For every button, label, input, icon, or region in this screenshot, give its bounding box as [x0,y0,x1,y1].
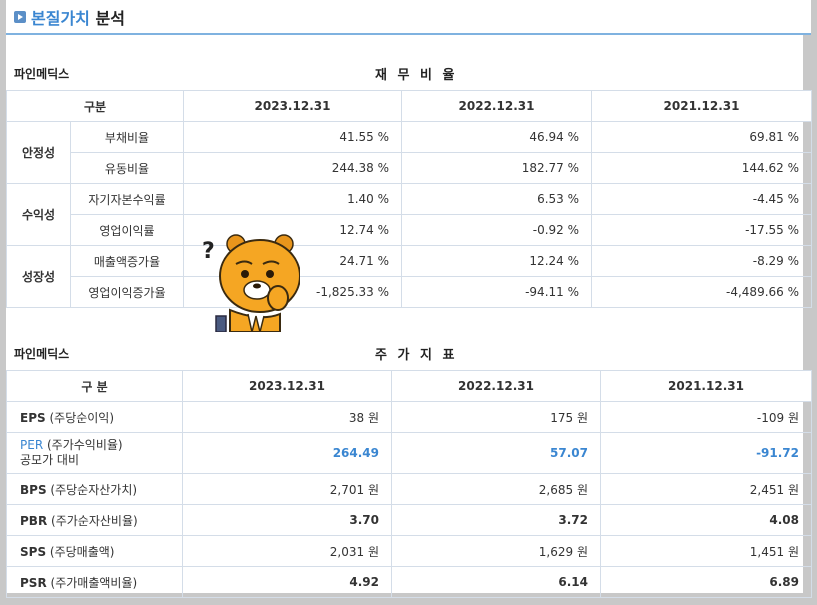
page-title: 본질가치 분석 [31,5,125,29]
stock-extra-note: 공모가 대비 [20,453,80,467]
stock-row: PER (주가수익비율) 공모가 대비 264.49 57.07 -91.72 [6,432,812,474]
stock-value-cell: 4.08 [600,504,812,536]
stock-value-cell: 3.70 [182,504,392,536]
ratio-item-label: 부채비율 [70,121,184,153]
ratio-item-label: 영업이익증가율 [70,276,184,308]
ratio-header-row: 구분 2023.12.31 2022.12.31 2021.12.31 [6,90,812,122]
stock-value-cell: 6.14 [391,566,601,598]
stock-code: PER [20,438,44,452]
ratio-value-cell: 244.38 % [183,152,402,184]
stock-row-label: SPS (주당매출액) [6,535,183,567]
stock-desc: (주가순자산비율) [51,513,138,528]
thinking-bear-mascot-icon: ? [202,234,300,332]
ratio-value-cell: 6.53 % [401,183,592,215]
stock-row-label: PER (주가수익비율) 공모가 대비 [6,432,183,474]
ratio-group-label: 안정성 [6,121,71,184]
stock-code: PBR [20,513,48,528]
stock-value-cell: 1,451 원 [600,535,812,567]
stock-row: BPS (주당순자산가치) 2,701 원 2,685 원 2,451 원 [6,473,812,505]
stock-row: SPS (주당매출액) 2,031 원 1,629 원 1,451 원 [6,535,812,567]
stock-row: PSR (주가매출액비율) 4.92 6.14 6.89 [6,566,812,598]
stock-section-title: 주 가 지 표 [375,348,458,363]
ratio-year-header: 2023.12.31 [183,90,402,122]
section-header: 본질가치 분석 [6,0,811,35]
stock-value-cell: -91.72 [600,432,812,474]
svg-text:?: ? [202,239,215,264]
stock-row-label: PSR (주가매출액비율) [6,566,183,598]
ratio-value-cell: 1.40 % [183,183,402,215]
stock-value-cell: 2,685 원 [391,473,601,505]
stock-row-label: PBR (주가순자산비율) [6,504,183,536]
ratio-value-cell: 12.24 % [401,245,592,277]
ratio-year-header: 2022.12.31 [401,90,592,122]
ratio-col-header: 구분 [6,90,184,122]
stock-year-header: 2021.12.31 [600,370,812,402]
stock-desc: (주가매출액비율) [50,575,138,590]
stock-value-cell: 57.07 [391,432,601,474]
ratio-group-label: 성장성 [6,245,71,308]
stock-row-label: BPS (주당순자산가치) [6,473,183,505]
ratio-row: 영업이익률 12.74 % -0.92 % -17.55 % [7,214,812,246]
ratio-value-cell: -94.11 % [401,276,592,308]
stock-code: PSR [20,575,47,590]
stock-value-cell: 2,031 원 [182,535,392,567]
ratio-value-cell: -17.55 % [591,214,812,246]
ratio-row: 수익성 자기자본수익률 1.40 % 6.53 % -4.45 % [6,183,812,246]
ratio-group-label: 수익성 [6,183,71,246]
ratio-item-label: 영업이익률 [70,214,184,246]
ratio-row: 성장성 매출액증가율 24.71 % 12.24 % -8.29 % [6,245,812,308]
stock-row-label: EPS (주당순이익) [6,401,183,433]
ratio-row: 유동비율 244.38 % 182.77 % 144.62 % [7,152,812,184]
stock-value-cell: 264.49 [182,432,392,474]
stock-company-label: 파인메딕스 [14,347,70,361]
title-highlight: 본질가치 [31,9,90,28]
stock-code: BPS [20,482,47,497]
stock-year-header: 2023.12.31 [182,370,392,402]
stock-value-cell: -109 원 [600,401,812,433]
stock-value-cell: 3.72 [391,504,601,536]
ratio-company-label: 파인메딕스 [14,67,70,81]
stock-value-cell: 175 원 [391,401,601,433]
stock-value-cell: 6.89 [600,566,812,598]
stock-desc: (주당매출액) [49,544,115,559]
ratio-row: 안정성 부채비율 41.55 % 46.94 % 69.81 % [6,121,812,184]
ratio-value-cell: 46.94 % [401,121,592,153]
stock-desc: (주당순자산가치) [50,482,138,497]
stock-code: EPS [20,410,46,425]
ratio-value-cell: -4,489.66 % [591,276,812,308]
ratio-section-title: 재 무 비 율 [375,68,458,83]
ratio-year-header: 2021.12.31 [591,90,812,122]
stock-col-header: 구 분 [6,370,183,402]
stock-desc: (주당순이익) [49,410,115,425]
ratio-value-cell: -0.92 % [401,214,592,246]
stock-row: EPS (주당순이익) 38 원 175 원 -109 원 [6,401,812,433]
stock-value-cell: 38 원 [182,401,392,433]
ratio-row: 영업이익증가율 -1,825.33 % -94.11 % -4,489.66 % [7,276,812,308]
ratio-value-cell: 69.81 % [591,121,812,153]
ratio-item-label: 매출액증가율 [70,245,184,277]
stock-value-cell: 4.92 [182,566,392,598]
ratio-value-cell: -4.45 % [591,183,812,215]
stock-desc: (주가수익비율) [46,438,123,452]
stock-year-header: 2022.12.31 [391,370,601,402]
stock-value-cell: 2,701 원 [182,473,392,505]
title-rest: 분석 [95,9,125,28]
ratio-item-label: 자기자본수익률 [70,183,184,215]
ratio-table: 구분 2023.12.31 2022.12.31 2021.12.31 안정성 부… [6,90,812,308]
ratio-value-cell: 182.77 % [401,152,592,184]
ratio-value-cell: 41.55 % [183,121,402,153]
play-arrow-icon [14,11,26,23]
stock-code: SPS [20,544,47,559]
stock-value-cell: 2,451 원 [600,473,812,505]
ratio-value-cell: 144.62 % [591,152,812,184]
ratio-value-cell: -8.29 % [591,245,812,277]
stock-table: 구 분 2023.12.31 2022.12.31 2021.12.31 EPS… [6,370,812,598]
stock-row: PBR (주가순자산비율) 3.70 3.72 4.08 [6,504,812,536]
stock-header-row: 구 분 2023.12.31 2022.12.31 2021.12.31 [6,370,812,402]
ratio-item-label: 유동비율 [70,152,184,184]
stock-value-cell: 1,629 원 [391,535,601,567]
